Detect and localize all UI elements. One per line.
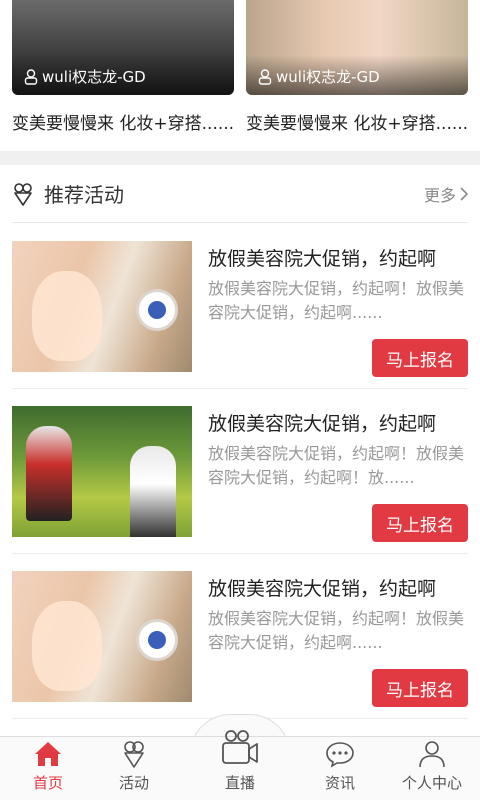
ice-cream-icon <box>14 182 32 206</box>
section-header: 推荐活动 更多 <box>12 165 468 223</box>
activity-description: 放假美容院大促销，约起啊！放假美容院大促销，约起啊...... <box>208 279 465 322</box>
tab-label: 活动 <box>118 774 149 792</box>
tab-label: 首页 <box>32 774 63 792</box>
tab-home[interactable]: 首页 <box>0 737 96 800</box>
video-camera-icon <box>222 730 258 764</box>
more-label: 更多 <box>423 185 456 205</box>
section-title: 推荐活动 <box>44 183 124 207</box>
tab-activity[interactable]: 活动 <box>86 737 182 800</box>
article-card[interactable]: wuli权志龙-GD 变美要慢慢来 化妆+穿搭...... <box>246 0 468 134</box>
article-title: 变美要慢慢来 化妆+穿搭...... <box>246 114 468 134</box>
activity-description: 放假美容院大促销，约起啊！放假美容院大促销，约起啊！放...... <box>208 444 465 487</box>
user-icon <box>258 68 272 85</box>
activity-title: 放假美容院大促销，约起啊 <box>208 578 437 600</box>
activity-image <box>12 406 192 537</box>
activity-title: 放假美容院大促销，约起啊 <box>208 413 437 435</box>
signup-button[interactable]: 马上报名 <box>372 339 468 377</box>
ice-cream-icon <box>124 741 144 768</box>
activity-description: 放假美容院大促销，约起啊！放假美容院大促销，约起啊...... <box>208 609 465 652</box>
tab-news[interactable]: 资讯 <box>292 737 388 800</box>
signup-button[interactable]: 马上报名 <box>372 669 468 707</box>
activity-title: 放假美容院大促销，约起啊 <box>208 248 437 270</box>
tab-live[interactable]: 直播 <box>192 730 288 800</box>
signup-button[interactable]: 马上报名 <box>372 504 468 542</box>
chat-bubble-icon <box>326 742 354 768</box>
activity-image <box>12 241 192 372</box>
top-article-cards: wuli权志龙-GD 变美要慢慢来 化妆+穿搭...... wuli权志龙-GD… <box>0 0 480 150</box>
tab-label: 直播 <box>224 774 255 792</box>
activity-item[interactable]: 放假美容院大促销，约起啊 放假美容院大促销，约起啊！放假美容院大促销，约起啊..… <box>12 554 468 719</box>
article-card[interactable]: wuli权志龙-GD 变美要慢慢来 化妆+穿搭...... <box>12 0 234 134</box>
article-author: wuli权志龙-GD <box>24 66 146 87</box>
more-link[interactable]: 更多 <box>424 182 468 206</box>
author-name: wuli权志龙-GD <box>276 68 380 86</box>
person-icon <box>419 741 445 768</box>
tab-label: 资讯 <box>324 774 355 792</box>
activity-item[interactable]: 放假美容院大促销，约起啊 放假美容院大促销，约起啊！放假美容院大促销，约起啊！放… <box>12 389 468 554</box>
home-icon <box>35 742 61 766</box>
user-icon <box>24 68 38 85</box>
activity-image <box>12 571 192 702</box>
author-name: wuli权志龙-GD <box>42 68 146 86</box>
section-divider <box>0 151 480 165</box>
chevron-right-icon <box>460 186 468 201</box>
tab-label: 个人中心 <box>401 774 462 792</box>
article-author: wuli权志龙-GD <box>258 66 380 87</box>
activity-item[interactable]: 放假美容院大促销，约起啊 放假美容院大促销，约起啊！放假美容院大促销，约起啊..… <box>12 224 468 389</box>
bottom-tab-bar: 首页 活动 直播 资讯 个人中心 <box>0 730 480 800</box>
article-title: 变美要慢慢来 化妆+穿搭...... <box>12 114 234 134</box>
article-image: wuli权志龙-GD <box>246 0 468 95</box>
article-image: wuli权志龙-GD <box>12 0 234 95</box>
tab-profile[interactable]: 个人中心 <box>384 737 480 800</box>
